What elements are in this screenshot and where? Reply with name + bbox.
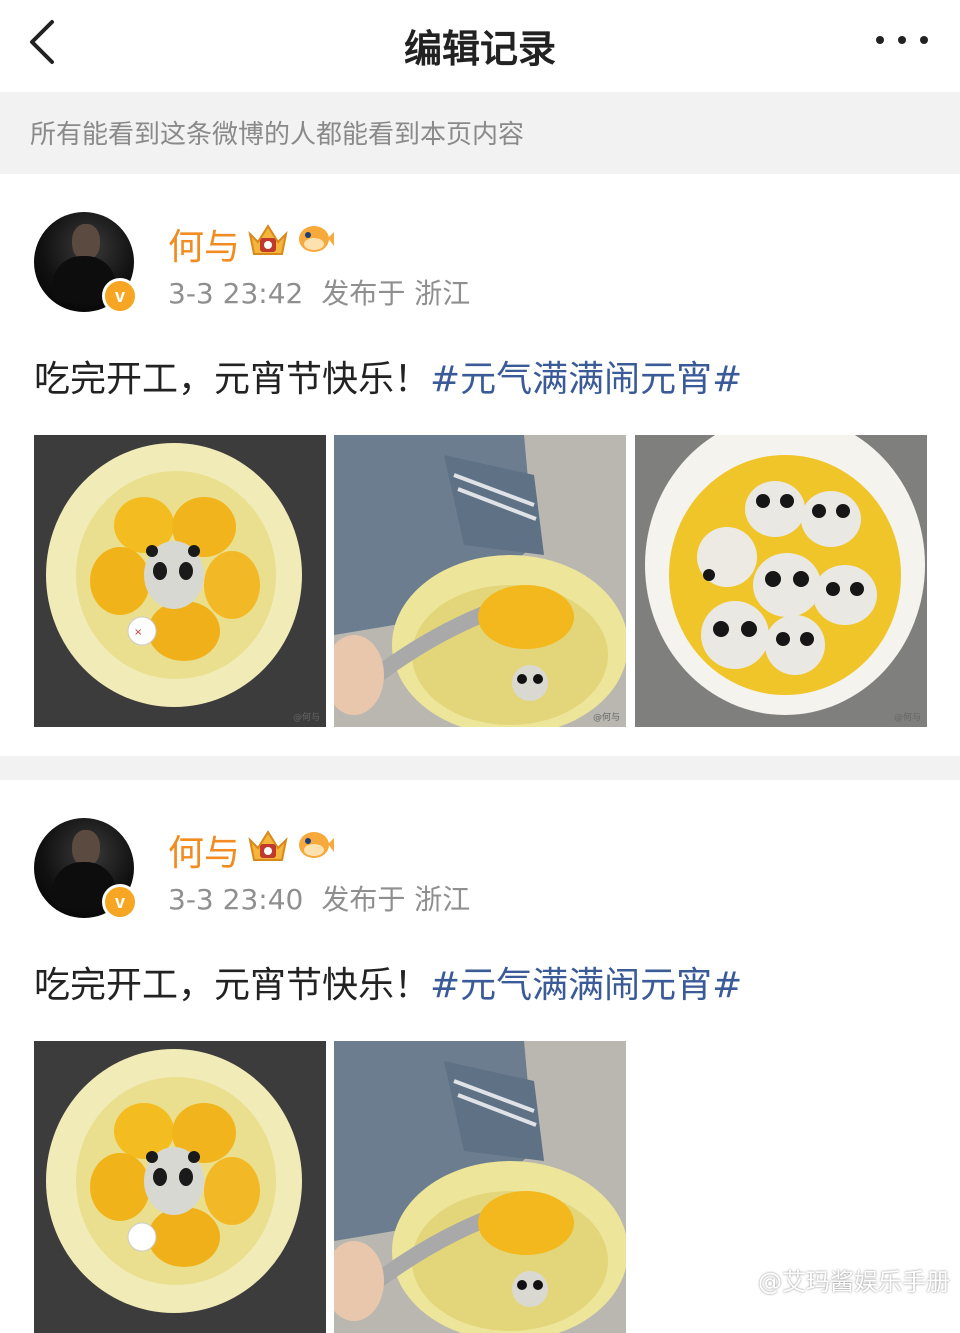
post-card: v 何与 3-3 23:42 发布于 浙江 吃完开工，元宵节快乐！#元气满满闹元宵… <box>0 174 960 756</box>
footer-watermark: @艾玛酱娱乐手册 <box>758 1268 950 1296</box>
post-meta: 3-3 23:42 发布于 浙江 <box>168 272 470 312</box>
post-image-spoon-hand[interactable] <box>334 1041 626 1333</box>
image-watermark: @何与 <box>292 713 320 723</box>
notice-text: 所有能看到这条微博的人都能看到本页内容 <box>30 120 525 150</box>
image-watermark: @何与 <box>893 713 921 723</box>
crown-badge-icon[interactable] <box>246 826 290 864</box>
username[interactable]: 何与 <box>168 824 240 876</box>
verified-badge-icon: v <box>102 278 138 314</box>
post-image-bowl-panda-many[interactable]: @何与 <box>635 435 927 727</box>
svg-text:×: × <box>134 627 142 638</box>
post-image-bowl-mango-panda[interactable]: × @何与 <box>34 435 326 727</box>
post-content: 吃完开工，元宵节快乐！#元气满满闹元宵# <box>34 350 742 402</box>
post-image-spoon-hand[interactable]: @何与 <box>334 435 626 727</box>
more-dots-icon <box>876 36 928 44</box>
page-title: 编辑记录 <box>403 27 556 71</box>
post-time: 3-3 23:42 <box>168 277 304 310</box>
hashtag-link[interactable]: #元气满满闹元宵# <box>430 359 742 400</box>
pufferfish-badge-icon[interactable] <box>296 826 334 862</box>
avatar[interactable]: v <box>34 212 138 314</box>
post-time: 3-3 23:40 <box>168 883 304 916</box>
chevron-left-icon <box>30 20 54 64</box>
publish-location: 发布于 浙江 <box>321 883 471 916</box>
publish-location: 发布于 浙江 <box>321 277 471 310</box>
post-separator <box>0 756 960 780</box>
visibility-notice: 所有能看到这条微博的人都能看到本页内容 <box>0 92 960 174</box>
post-text: 吃完开工，元宵节快乐！ <box>34 965 431 1006</box>
back-button[interactable] <box>22 18 66 66</box>
avatar[interactable]: v <box>34 818 138 920</box>
verified-badge-icon: v <box>102 884 138 920</box>
username[interactable]: 何与 <box>168 218 240 270</box>
post-image-bowl-mango-panda[interactable] <box>34 1041 326 1333</box>
post-card: v 何与 3-3 23:40 发布于 浙江 吃完开工，元宵节快乐！#元气满满闹元宵… <box>0 780 960 1333</box>
crown-badge-icon[interactable] <box>246 220 290 258</box>
post-content: 吃完开工，元宵节快乐！#元气满满闹元宵# <box>34 956 742 1008</box>
post-meta: 3-3 23:40 发布于 浙江 <box>168 878 470 918</box>
more-button[interactable] <box>874 30 930 50</box>
pufferfish-badge-icon[interactable] <box>296 220 334 256</box>
image-watermark: @何与 <box>592 713 620 723</box>
post-text: 吃完开工，元宵节快乐！ <box>34 359 431 400</box>
top-nav-bar: 编辑记录 <box>0 0 960 92</box>
hashtag-link[interactable]: #元气满满闹元宵# <box>430 965 742 1006</box>
